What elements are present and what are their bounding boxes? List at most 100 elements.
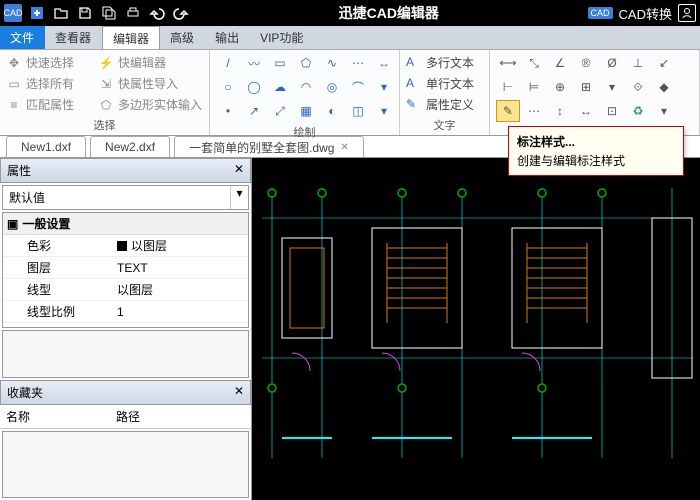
more-icon[interactable]: ⋯: [346, 52, 370, 74]
import-icon: ⇲: [98, 76, 114, 92]
collapse-icon[interactable]: ▣: [7, 217, 18, 231]
undo-icon[interactable]: [148, 4, 166, 22]
dimstyle-button[interactable]: ✎: [496, 100, 520, 122]
ray-icon[interactable]: ↗: [242, 100, 266, 122]
panel-close-icon-2[interactable]: ✕: [234, 384, 244, 401]
prop-linetype-value[interactable]: 以图层: [113, 279, 248, 300]
select-group-label: 选择: [6, 115, 203, 133]
arc2-icon[interactable]: ⌒: [346, 76, 370, 98]
user-icon[interactable]: [678, 4, 696, 22]
menu-vip[interactable]: VIP功能: [250, 26, 314, 49]
prop-layer-key: 图层: [3, 257, 113, 278]
favorites-panel-title: 收藏夹✕: [0, 380, 251, 405]
circle-icon[interactable]: ○: [216, 76, 240, 98]
leader-icon[interactable]: ↙: [652, 52, 676, 74]
redo-icon[interactable]: [172, 4, 190, 22]
tool-b-icon[interactable]: ◆: [652, 76, 676, 98]
point-icon[interactable]: •: [216, 100, 240, 122]
radius-dim-icon[interactable]: ®: [574, 52, 598, 74]
donut-icon[interactable]: ◎: [320, 76, 344, 98]
cad-convert-button[interactable]: CAD转换: [619, 4, 672, 23]
continue-dim-icon[interactable]: ⊢: [496, 76, 520, 98]
prop-color-value[interactable]: 以图层: [113, 235, 248, 256]
menu-file[interactable]: 文件: [0, 26, 45, 49]
tool-g-icon[interactable]: ♻: [626, 100, 650, 122]
print-icon[interactable]: [124, 4, 142, 22]
linear-dim-icon[interactable]: ⟷: [496, 52, 520, 74]
poly-icon[interactable]: ⬠: [294, 52, 318, 74]
dim-icon[interactable]: ↔: [372, 52, 396, 74]
chevron-down-icon: ▾: [230, 186, 248, 209]
polyline-icon[interactable]: 〰: [242, 52, 266, 74]
tol-icon[interactable]: ⊞: [574, 76, 598, 98]
doc-tab-2[interactable]: New2.dxf: [90, 136, 170, 157]
menu-viewer[interactable]: 查看器: [45, 26, 102, 49]
cloud-icon[interactable]: ☁: [268, 76, 292, 98]
app-logo-icon: CAD: [4, 4, 22, 22]
color-swatch-icon: [117, 241, 127, 251]
ribbon-group-text: A多行文本 A单行文本 ✎属性定义 文字: [400, 50, 490, 135]
tool-e-icon[interactable]: ↔: [574, 100, 598, 122]
tool-c-icon[interactable]: ⋯: [522, 100, 546, 122]
baseline-dim-icon[interactable]: ⊨: [522, 76, 546, 98]
rect-icon[interactable]: ▭: [268, 52, 292, 74]
diameter-dim-icon[interactable]: Ø: [600, 52, 624, 74]
tool-d-icon[interactable]: ↕: [548, 100, 572, 122]
left-panel: 属性✕ 默认值▾ ▣一般设置 色彩以图层 图层TEXT 线型以图层 线型比例1 …: [0, 158, 252, 500]
single-text-button[interactable]: 单行文本: [426, 75, 474, 92]
dim-more-icon[interactable]: ▾: [600, 76, 624, 98]
multi-text-button[interactable]: 多行文本: [426, 54, 474, 71]
more2-icon[interactable]: ▾: [372, 76, 396, 98]
ord-dim-icon[interactable]: ⊥: [626, 52, 650, 74]
app-title: 迅捷CAD编辑器: [190, 3, 588, 23]
ribbon: ✥快速选择⚡快编辑器 ▭选择所有⇲快属性导入 ≡匹配属性⬠多边形实体输入 选择 …: [0, 50, 700, 136]
attr-def-button[interactable]: 属性定义: [426, 96, 474, 113]
saveall-icon[interactable]: [100, 4, 118, 22]
prop-layer-value[interactable]: TEXT: [113, 257, 248, 278]
select-all-button[interactable]: 选择所有: [26, 75, 74, 92]
drawing-canvas[interactable]: [252, 158, 700, 500]
new-icon[interactable]: [28, 4, 46, 22]
menu-output[interactable]: 输出: [205, 26, 250, 49]
match-icon: ≡: [6, 97, 22, 113]
more3-icon[interactable]: ▾: [372, 100, 396, 122]
ribbon-group-draw: / 〰 ▭ ⬠ ∿ ⋯ ↔ ○ ◯ ☁ ◠ ◎ ⌒ ▾ • ↗ ⤢ ▦ ◐ ◫ …: [210, 50, 400, 135]
panel-close-icon[interactable]: ✕: [234, 162, 244, 179]
doc-tab-1[interactable]: New1.dxf: [6, 136, 86, 157]
angular-dim-icon[interactable]: ∠: [548, 52, 572, 74]
ribbon-group-tool: ⟷ ⤡ ∠ ® Ø ⊥ ↙ ⊢ ⊨ ⊕ ⊞ ▾ ⟐ ◆ ✎ ⋯ ↕ ↔ ⊡ ♻ …: [490, 50, 700, 135]
quick-select-button[interactable]: 快速选择: [26, 54, 74, 71]
close-tab-icon[interactable]: ✕: [340, 142, 348, 153]
match-prop-button[interactable]: 匹配属性: [26, 96, 74, 113]
ellipse-icon[interactable]: ◯: [242, 76, 266, 98]
prop-filter-dropdown[interactable]: 默认值▾: [2, 185, 249, 210]
quick-editor-button[interactable]: 快编辑器: [118, 54, 166, 71]
open-icon[interactable]: [52, 4, 70, 22]
poly-input-button[interactable]: 多边形实体输入: [118, 96, 202, 113]
titlebar: CAD 迅捷CAD编辑器 CAD CAD转换: [0, 0, 700, 26]
dimstyle-tooltip: 标注样式... 创建与编辑标注样式: [508, 126, 684, 176]
prop-linetype-key: 线型: [3, 279, 113, 300]
gradient-icon[interactable]: ◐: [320, 100, 344, 122]
region-icon[interactable]: ◫: [346, 100, 370, 122]
save-icon[interactable]: [76, 4, 94, 22]
properties-panel-title: 属性✕: [0, 158, 251, 183]
prop-linescale-value[interactable]: 1: [113, 301, 248, 322]
quick-import-button[interactable]: 快属性导入: [118, 75, 178, 92]
ribbon-group-select: ✥快速选择⚡快编辑器 ▭选择所有⇲快属性导入 ≡匹配属性⬠多边形实体输入 选择: [0, 50, 210, 135]
center-icon[interactable]: ⊕: [548, 76, 572, 98]
tool-h-icon[interactable]: ▾: [652, 100, 676, 122]
bolt-icon: ⚡: [98, 55, 114, 71]
hatch-icon[interactable]: ▦: [294, 100, 318, 122]
menu-editor[interactable]: 编辑器: [102, 26, 160, 49]
line-icon[interactable]: /: [216, 52, 240, 74]
arc-icon[interactable]: ◠: [294, 76, 318, 98]
text-icon: A: [406, 76, 422, 92]
menu-advanced[interactable]: 高级: [160, 26, 205, 49]
xline-icon[interactable]: ⤢: [268, 100, 292, 122]
tool-f-icon[interactable]: ⊡: [600, 100, 624, 122]
tool-a-icon[interactable]: ⟐: [626, 76, 650, 98]
aligned-dim-icon[interactable]: ⤡: [522, 52, 546, 74]
spline-icon[interactable]: ∿: [320, 52, 344, 74]
cursor-icon: ✥: [6, 55, 22, 71]
